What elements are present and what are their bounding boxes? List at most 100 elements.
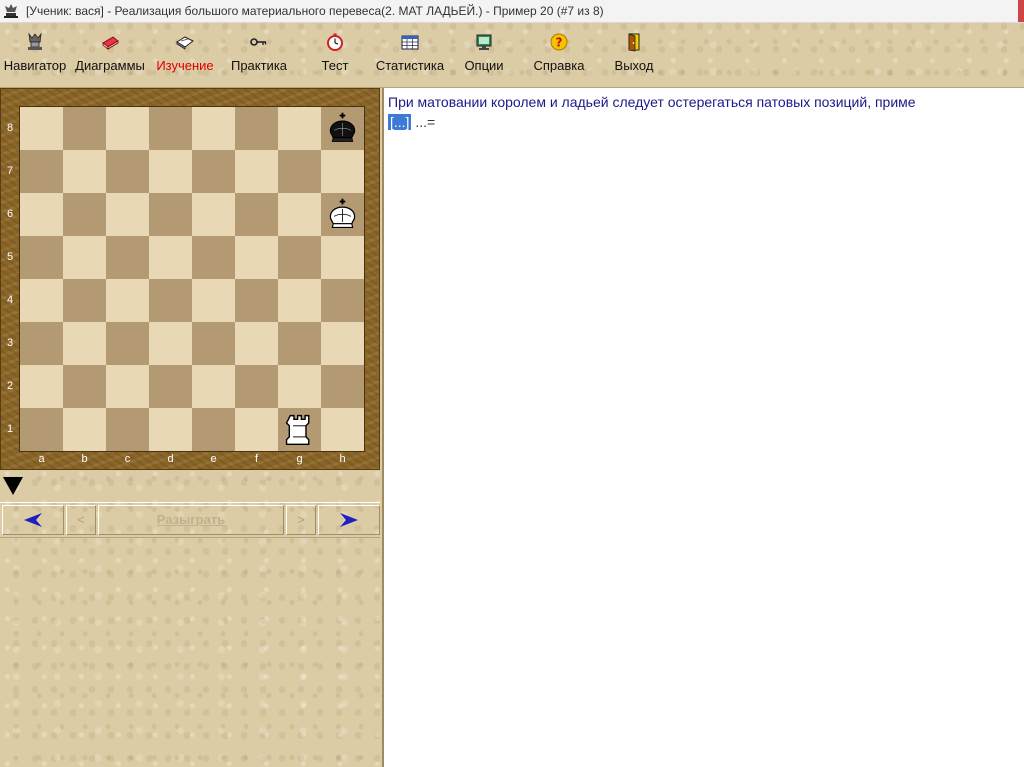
- toolbar-help-button[interactable]: ? Справка: [522, 23, 596, 87]
- chess-board[interactable]: [19, 106, 365, 452]
- comment-panel: При матовании королем и ладьей следует о…: [386, 88, 1024, 767]
- square-e8[interactable]: [192, 107, 235, 150]
- square-f6[interactable]: [235, 193, 278, 236]
- close-button-edge[interactable]: [1018, 0, 1024, 22]
- key-icon: [250, 38, 267, 46]
- square-e4[interactable]: [192, 279, 235, 322]
- square-d7[interactable]: [149, 150, 192, 193]
- square-f4[interactable]: [235, 279, 278, 322]
- square-c5[interactable]: [106, 236, 149, 279]
- toolbar-study-button[interactable]: Изучение: [150, 23, 220, 87]
- square-b6[interactable]: [63, 193, 106, 236]
- side-to-move-triangle-icon: [3, 477, 23, 495]
- square-a7[interactable]: [20, 150, 63, 193]
- monitor-icon: [476, 34, 492, 50]
- square-c2[interactable]: [106, 365, 149, 408]
- square-h5[interactable]: [321, 236, 364, 279]
- square-h2[interactable]: [321, 365, 364, 408]
- square-f1[interactable]: [235, 408, 278, 451]
- square-a6[interactable]: [20, 193, 63, 236]
- square-a5[interactable]: [20, 236, 63, 279]
- clock-icon: [327, 33, 343, 51]
- comment-line-2: [...] ...=: [388, 114, 435, 130]
- rank-label: 2: [6, 380, 14, 392]
- book-icon: [176, 36, 194, 50]
- toolbar-label: Диаграммы: [75, 58, 145, 73]
- expand-comment-link[interactable]: [...]: [388, 114, 412, 130]
- square-g6[interactable]: [278, 193, 321, 236]
- square-h8[interactable]: [321, 107, 364, 150]
- white-rook-icon[interactable]: [281, 411, 318, 448]
- square-b5[interactable]: [63, 236, 106, 279]
- toolbar-statistics-button[interactable]: Статистика: [372, 23, 448, 87]
- square-d8[interactable]: [149, 107, 192, 150]
- square-h3[interactable]: [321, 322, 364, 365]
- square-g7[interactable]: [278, 150, 321, 193]
- white-king-icon[interactable]: [324, 196, 361, 233]
- square-e3[interactable]: [192, 322, 235, 365]
- toolbar-test-button[interactable]: Тест: [300, 23, 370, 87]
- square-d5[interactable]: [149, 236, 192, 279]
- square-c7[interactable]: [106, 150, 149, 193]
- square-h7[interactable]: [321, 150, 364, 193]
- square-e6[interactable]: [192, 193, 235, 236]
- square-c6[interactable]: [106, 193, 149, 236]
- square-a3[interactable]: [20, 322, 63, 365]
- app-chess-icon: [4, 4, 18, 18]
- navigation-bar: < Разыграть >: [0, 502, 380, 538]
- square-d1[interactable]: [149, 408, 192, 451]
- file-label: b: [81, 453, 88, 465]
- square-f3[interactable]: [235, 322, 278, 365]
- prev-move-button[interactable]: <: [66, 505, 96, 535]
- square-f7[interactable]: [235, 150, 278, 193]
- toolbar-diagrams-button[interactable]: Диаграммы: [72, 23, 148, 87]
- square-g1[interactable]: [278, 408, 321, 451]
- square-g3[interactable]: [278, 322, 321, 365]
- toolbar-exit-button[interactable]: Выход: [600, 23, 668, 87]
- square-b2[interactable]: [63, 365, 106, 408]
- square-d6[interactable]: [149, 193, 192, 236]
- square-g8[interactable]: [278, 107, 321, 150]
- square-a8[interactable]: [20, 107, 63, 150]
- toolbar-practice-button[interactable]: Практика: [222, 23, 296, 87]
- left-panel: 8 7 6 5 4 3 2 1 a b c d e f g h < Разыгр…: [0, 88, 384, 767]
- square-d4[interactable]: [149, 279, 192, 322]
- first-move-button[interactable]: [2, 505, 64, 535]
- square-b1[interactable]: [63, 408, 106, 451]
- square-c3[interactable]: [106, 322, 149, 365]
- next-move-button[interactable]: >: [286, 505, 316, 535]
- square-a2[interactable]: [20, 365, 63, 408]
- toolbar-label: Изучение: [156, 58, 214, 73]
- square-h6[interactable]: [321, 193, 364, 236]
- square-d2[interactable]: [149, 365, 192, 408]
- square-a1[interactable]: [20, 408, 63, 451]
- rank-label: 4: [6, 294, 14, 306]
- square-f2[interactable]: [235, 365, 278, 408]
- square-h1[interactable]: [321, 408, 364, 451]
- square-e1[interactable]: [192, 408, 235, 451]
- square-f5[interactable]: [235, 236, 278, 279]
- square-g5[interactable]: [278, 236, 321, 279]
- square-g2[interactable]: [278, 365, 321, 408]
- toolbar-options-button[interactable]: Опции: [452, 23, 516, 87]
- square-e7[interactable]: [192, 150, 235, 193]
- square-b4[interactable]: [63, 279, 106, 322]
- rank-label: 6: [6, 208, 14, 220]
- square-c8[interactable]: [106, 107, 149, 150]
- square-b8[interactable]: [63, 107, 106, 150]
- square-b7[interactable]: [63, 150, 106, 193]
- toolbar-navigator-button[interactable]: Навигатор: [0, 23, 70, 87]
- square-a4[interactable]: [20, 279, 63, 322]
- square-e5[interactable]: [192, 236, 235, 279]
- square-h4[interactable]: [321, 279, 364, 322]
- last-move-button[interactable]: [318, 505, 380, 535]
- black-king-icon[interactable]: [324, 110, 361, 147]
- square-b3[interactable]: [63, 322, 106, 365]
- square-e2[interactable]: [192, 365, 235, 408]
- square-d3[interactable]: [149, 322, 192, 365]
- square-c4[interactable]: [106, 279, 149, 322]
- square-c1[interactable]: [106, 408, 149, 451]
- square-f8[interactable]: [235, 107, 278, 150]
- play-button[interactable]: Разыграть: [98, 505, 284, 535]
- square-g4[interactable]: [278, 279, 321, 322]
